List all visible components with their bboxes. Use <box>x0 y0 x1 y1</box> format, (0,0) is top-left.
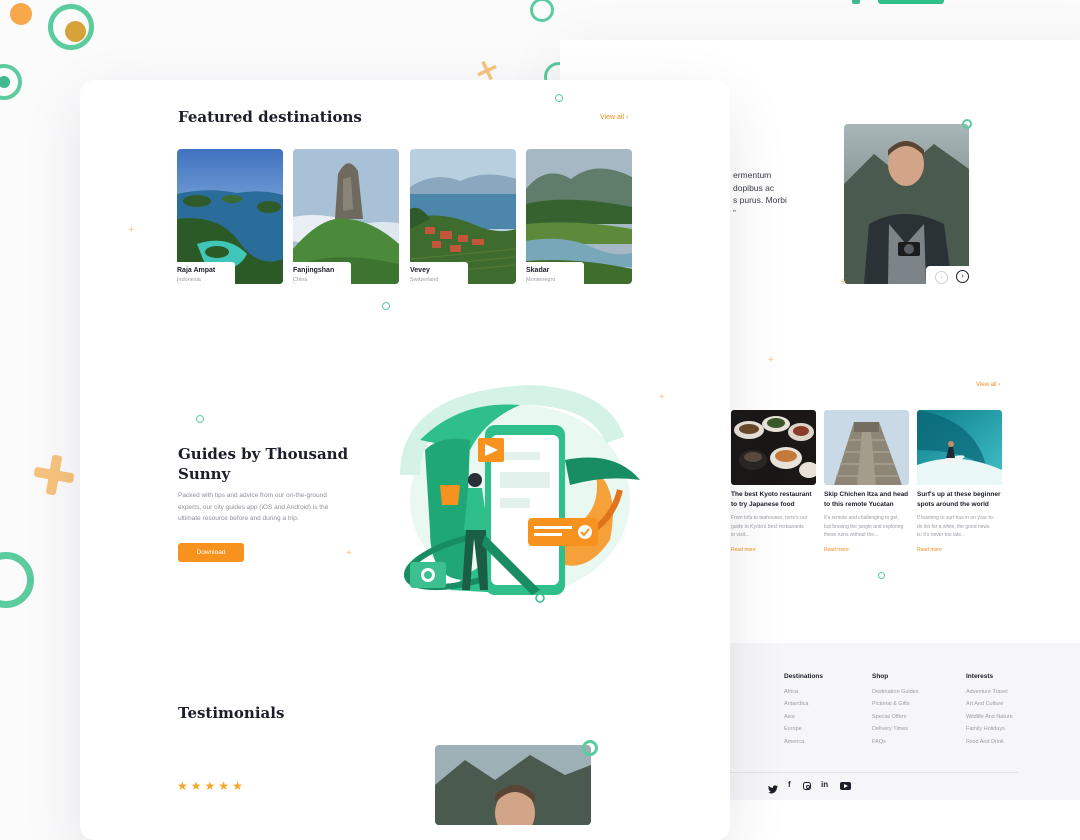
carousel-next-button[interactable]: › <box>956 270 969 283</box>
footer-link[interactable]: Europe <box>784 723 808 735</box>
decor-plus-small: + <box>128 224 135 236</box>
decor-plus-large <box>33 454 75 496</box>
destination-card-fanjingshan[interactable]: Fanjingshan China <box>293 149 399 284</box>
footer-heading-shop: Shop <box>872 673 889 680</box>
back-top-button <box>878 0 944 4</box>
destination-name: Vevey <box>410 267 430 274</box>
destination-name: Raja Ampat <box>177 267 216 274</box>
destination-country: China <box>293 277 308 283</box>
facebook-icon[interactable]: f <box>788 780 791 789</box>
star-icon: ★ <box>177 779 188 793</box>
decor-small-ring-3 <box>196 415 204 423</box>
footer-link[interactable]: Antarctica <box>784 698 808 710</box>
blog-image-kyoto[interactable] <box>731 410 816 485</box>
featured-destinations-title: Featured destinations <box>178 108 362 126</box>
footer-link[interactable]: America <box>784 736 808 748</box>
star-icon: ★ <box>218 779 230 793</box>
back-top-icon <box>852 0 860 4</box>
destination-country: Switzerland <box>410 277 439 283</box>
footer-link[interactable]: Delivery Times <box>872 723 918 735</box>
footer-divider <box>730 772 1018 773</box>
decor-small-ring-photo <box>962 119 972 129</box>
star-rating: ★ ★ ★ ★ ★ <box>177 777 246 795</box>
destination-label: Fanjingshan China <box>293 262 351 284</box>
blog-title-surf[interactable]: Surf's up at these beginner spots around … <box>917 490 1009 510</box>
decor-small-ring-2 <box>382 302 390 310</box>
footer-link[interactable]: FAQs <box>872 736 918 748</box>
footer-link[interactable]: Africa <box>784 686 808 698</box>
footer-link[interactable]: Destination Guides <box>872 686 918 698</box>
back-testimonial-photo <box>844 124 969 284</box>
decor-plus-back: + <box>840 277 846 288</box>
read-more-chichen-itza-link[interactable]: Read more <box>824 547 849 553</box>
star-icon: ★ <box>232 779 243 793</box>
carousel-prev-button[interactable]: ‹ <box>935 271 948 284</box>
destination-label: Skadar Montenegro <box>526 262 584 284</box>
destination-country: Montenegro <box>526 277 556 283</box>
decor-small-ring-1 <box>555 94 563 102</box>
footer-heading-destinations: Destinations <box>784 673 824 680</box>
blog-title-kyoto[interactable]: The best Kyoto restaurant to try Japanese… <box>731 490 823 510</box>
blog-title-chichen-itza[interactable]: Skip Chichen Itza and head to this remote… <box>824 490 916 510</box>
footer-link[interactable]: Art And Culture <box>966 698 1013 710</box>
destination-label: Vevey Switzerland <box>410 262 468 284</box>
instagram-icon[interactable] <box>803 782 811 790</box>
footer-links-interests: Adventure Travel Art And Culture Wildlif… <box>966 686 1013 748</box>
blog-image-chichen-itza[interactable] <box>824 410 909 485</box>
youtube-icon[interactable] <box>840 782 851 790</box>
decor-ring-bottom-left <box>0 552 34 608</box>
footer-links-destinations: Africa Antarctica Asia Europe America <box>784 686 808 748</box>
footer-link[interactable]: Asia <box>784 711 808 723</box>
read-more-surf-link[interactable]: Read more <box>917 547 942 553</box>
decor-orange-dot <box>10 3 32 25</box>
destination-label: Raja Ampat Indonesia <box>177 262 235 284</box>
download-button[interactable]: Download <box>178 543 244 562</box>
decor-gold-dot <box>65 21 86 42</box>
testimonial-photo <box>435 745 591 825</box>
destination-country: Indonesia <box>177 277 201 283</box>
footer-heading-interests: Interests <box>966 673 994 680</box>
decor-ring-testimonial <box>582 740 598 756</box>
star-icon: ★ <box>204 779 216 793</box>
blog-view-all-link[interactable]: View all › <box>976 382 1000 388</box>
footer-link[interactable]: Family Holidays <box>966 723 1013 735</box>
footer-link[interactable]: Adventure Travel <box>966 686 1013 698</box>
footer-link[interactable]: Wildlife And Nature <box>966 711 1013 723</box>
decor-plus-small-3: + <box>346 548 352 559</box>
travel-app-illustration <box>390 380 640 605</box>
destination-card-vevey[interactable]: Vevey Switzerland <box>410 149 516 284</box>
decor-plus-small-2: + <box>659 392 665 403</box>
footer-link[interactable]: Special Offers <box>872 711 918 723</box>
decor-plus-back2: + <box>768 355 774 366</box>
footer-link[interactable]: Pictorial & Gifts <box>872 698 918 710</box>
destination-name: Skadar <box>526 267 550 274</box>
destination-card-raja-ampat[interactable]: Raja Ampat Indonesia <box>177 149 283 284</box>
guides-title: Guides by Thousand Sunny <box>178 445 349 483</box>
footer-links-shop: Destination Guides Pictorial & Gifts Spe… <box>872 686 918 748</box>
guides-description: Packed with tips and advice from our on-… <box>178 492 329 522</box>
blog-image-surf[interactable] <box>917 410 1002 485</box>
decor-ring-top <box>530 0 554 22</box>
blog-excerpt-surf: If learning to surf has in on your to-do… <box>917 515 995 538</box>
twitter-icon[interactable] <box>768 781 778 794</box>
blog-excerpt-chichen-itza: It's remote and challenging to get, but b… <box>824 515 904 538</box>
blog-excerpt-kyoto: From tofu to teahouses, here's our guide … <box>731 515 808 538</box>
back-testimonial-quote: ermentum dopibus ac s purus. Morbi ” <box>733 170 787 218</box>
featured-view-all-link[interactable]: View all › <box>600 114 628 121</box>
destination-name: Fanjingshan <box>293 267 335 274</box>
front-page-card: Featured destinations View all › Raja Am… <box>80 80 730 840</box>
destination-card-skadar[interactable]: Skadar Montenegro <box>526 149 632 284</box>
star-icon: ★ <box>190 779 202 793</box>
linkedin-icon[interactable]: in <box>821 780 828 789</box>
footer-link[interactable]: Food And Drink <box>966 736 1013 748</box>
read-more-kyoto-link[interactable]: Read more <box>731 547 756 553</box>
testimonials-title: Testimonials <box>178 704 285 722</box>
decor-small-ring-blog <box>878 572 885 579</box>
